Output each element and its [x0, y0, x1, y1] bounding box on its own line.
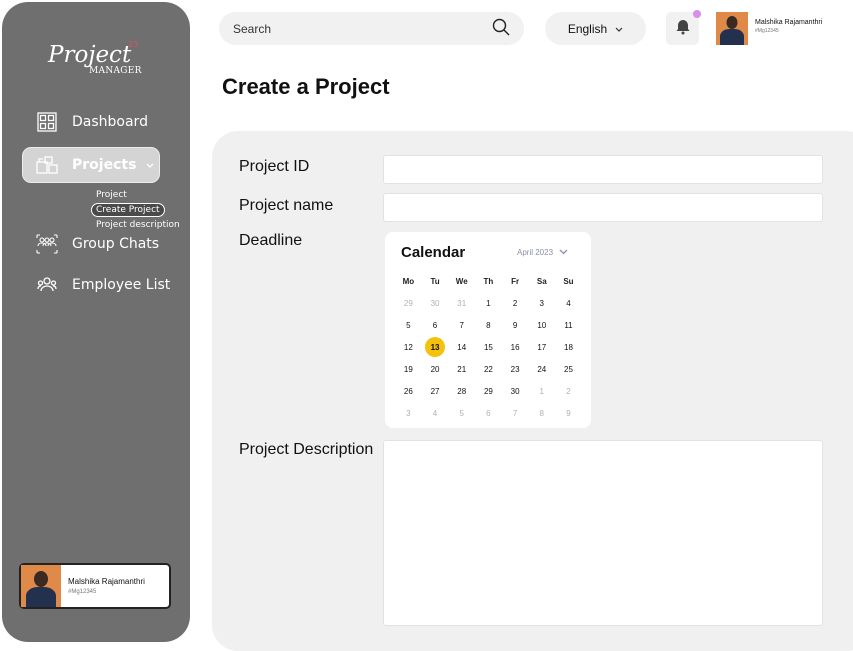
calendar-day[interactable]: 14	[448, 336, 475, 358]
calendar-day[interactable]: 15	[475, 336, 502, 358]
sidebar-item-label: Employee List	[72, 277, 171, 293]
subitem-project[interactable]: Project	[96, 190, 127, 200]
calendar-day[interactable]: 4	[555, 292, 582, 314]
calendar-day[interactable]: 19	[395, 358, 422, 380]
projects-icon	[36, 154, 58, 176]
calendar-day[interactable]: 29	[395, 292, 422, 314]
calendar-day[interactable]: 18	[555, 336, 582, 358]
calendar-day[interactable]: 5	[448, 402, 475, 424]
page-title: Create a Project	[222, 74, 390, 99]
avatar[interactable]	[716, 12, 748, 45]
sidebar-item-dashboard[interactable]: Dashboard	[36, 111, 148, 133]
deadline-calendar: Calendar April 2023 Mo Tu We Th Fr Sa Su 29 30 31…	[385, 232, 591, 428]
weekday-header: Mo	[402, 276, 415, 286]
project-id-label: Project ID	[239, 158, 310, 175]
project-description-label: Project Description	[239, 441, 374, 458]
calendar-day[interactable]: 23	[502, 358, 529, 380]
calendar-day[interactable]: 29	[475, 380, 502, 402]
calendar-day[interactable]: 3	[528, 292, 555, 314]
dashboard-icon	[36, 111, 58, 133]
bell-icon	[676, 19, 690, 39]
logo-superscript: 23	[128, 40, 139, 49]
search-input[interactable]	[233, 21, 473, 36]
calendar-day[interactable]: 25	[555, 358, 582, 380]
weekday-header: We	[455, 276, 468, 286]
profile-name: Malshika Rajamanthri	[68, 577, 145, 586]
calendar-day[interactable]: 7	[448, 314, 475, 336]
project-name-field[interactable]	[383, 193, 823, 222]
calendar-day[interactable]: 21	[448, 358, 475, 380]
calendar-day[interactable]: 22	[475, 358, 502, 380]
calendar-day[interactable]: 20	[422, 358, 449, 380]
sidebar-item-label: Projects	[72, 157, 137, 173]
search-bar	[219, 12, 524, 45]
project-name-label: Project name	[239, 197, 334, 214]
chevron-down-icon	[615, 22, 623, 36]
calendar-day[interactable]: 9	[555, 402, 582, 424]
calendar-day[interactable]: 12	[395, 336, 422, 358]
sidebar-profile-card[interactable]: Malshika Rajamanthri #Mg12345	[19, 563, 171, 609]
subitem-create-project[interactable]: Create Project	[91, 203, 165, 217]
header-user-id: #Mg12345	[755, 28, 779, 34]
calendar-day[interactable]: 7	[502, 402, 529, 424]
calendar-day[interactable]: 2	[555, 380, 582, 402]
avatar	[21, 565, 61, 607]
weekday-header: Su	[563, 276, 574, 286]
calendar-day[interactable]: 17	[528, 336, 555, 358]
profile-id: #Mg12345	[68, 589, 97, 595]
sidebar	[2, 2, 190, 642]
sidebar-item-label: Group Chats	[72, 236, 160, 252]
calendar-day[interactable]: 27	[422, 380, 449, 402]
calendar-grid: Mo Tu We Th Fr Sa Su 29 30 31 1 2 3 4 5 6 7 8 9 10 11 12 13 14 1…	[395, 270, 582, 424]
language-select[interactable]: English	[545, 12, 646, 45]
weekday-header: Th	[483, 276, 494, 286]
calendar-day[interactable]: 8	[475, 314, 502, 336]
sidebar-item-projects[interactable]: Projects	[36, 154, 154, 176]
project-id-field[interactable]	[383, 155, 823, 184]
header-user-name: Malshika Rajamanthri	[755, 19, 823, 26]
calendar-day[interactable]: 8	[528, 402, 555, 424]
calendar-day[interactable]: 30	[422, 292, 449, 314]
calendar-day[interactable]: 3	[395, 402, 422, 424]
app-logo[interactable]: Project	[48, 42, 131, 68]
calendar-day[interactable]: 6	[422, 314, 449, 336]
language-label: English	[567, 21, 608, 36]
calendar-day[interactable]: 31	[448, 292, 475, 314]
calendar-day[interactable]: 24	[528, 358, 555, 380]
calendar-day[interactable]: 30	[502, 380, 529, 402]
calendar-day[interactable]: 1	[528, 380, 555, 402]
calendar-day[interactable]: 13	[422, 336, 449, 358]
search-icon[interactable]	[492, 18, 510, 40]
calendar-day[interactable]: 10	[528, 314, 555, 336]
chevron-down-icon	[559, 248, 568, 257]
sidebar-item-group-chats[interactable]: Group Chats	[36, 233, 159, 255]
sidebar-item-label: Dashboard	[72, 114, 148, 130]
calendar-day[interactable]: 4	[422, 402, 449, 424]
calendar-day[interactable]: 11	[555, 314, 582, 336]
weekday-header: Tu	[430, 276, 440, 286]
subitem-project-description[interactable]: Project description	[96, 220, 180, 230]
calendar-day[interactable]: 1	[475, 292, 502, 314]
employees-icon	[36, 274, 58, 296]
weekday-header: Fr	[511, 276, 520, 286]
project-description-field[interactable]	[383, 440, 823, 626]
calendar-day[interactable]: 6	[475, 402, 502, 424]
month-select[interactable]: April 2023	[517, 248, 568, 257]
calendar-day[interactable]: 5	[395, 314, 422, 336]
calendar-day[interactable]: 26	[395, 380, 422, 402]
sidebar-item-employee-list[interactable]: Employee List	[36, 274, 170, 296]
calendar-day[interactable]: 2	[502, 292, 529, 314]
calendar-day[interactable]: 16	[502, 336, 529, 358]
deadline-label: Deadline	[239, 232, 303, 249]
calendar-title: Calendar	[401, 244, 466, 261]
month-label: April 2023	[517, 248, 554, 257]
notification-dot	[693, 10, 701, 18]
calendar-day[interactable]: 9	[502, 314, 529, 336]
group-chat-icon	[36, 233, 58, 255]
chevron-down-icon[interactable]	[146, 157, 154, 173]
weekday-header: Sa	[536, 276, 547, 286]
calendar-day[interactable]: 28	[448, 380, 475, 402]
logo-subtitle: MANAGER	[89, 66, 142, 76]
